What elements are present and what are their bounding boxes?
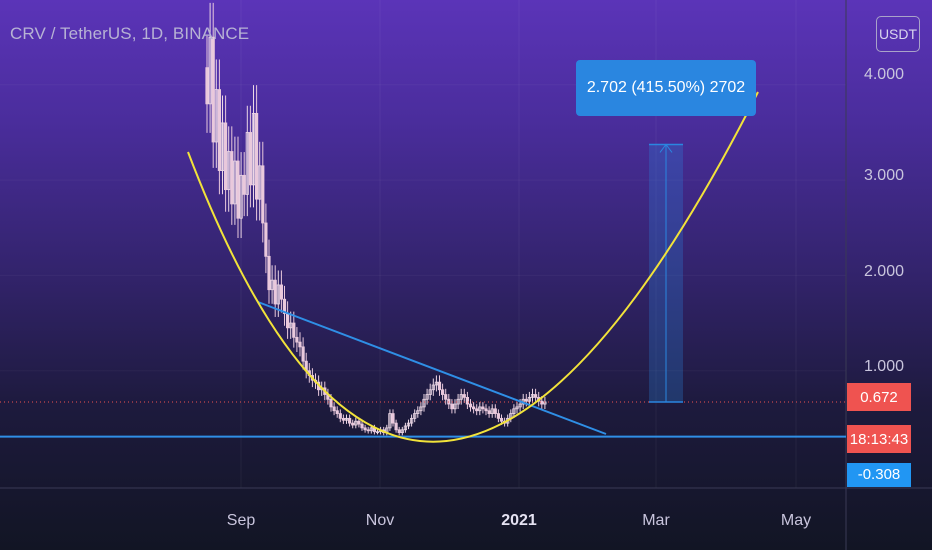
candle-down — [295, 336, 299, 343]
candle-down — [223, 122, 228, 191]
price-tick: 4.000 — [863, 66, 904, 83]
candle-down — [357, 420, 361, 425]
candle-down — [217, 89, 221, 171]
candle-down — [437, 381, 442, 391]
candle-down — [285, 313, 290, 329]
candle-down — [329, 398, 333, 408]
candle-down — [487, 410, 491, 414]
candle-down — [347, 417, 352, 424]
candle-down — [264, 222, 268, 257]
candle-down — [534, 394, 538, 398]
candle-down — [338, 413, 342, 419]
currency-button[interactable]: USDT — [876, 16, 920, 52]
time-tick: Nov — [365, 512, 395, 529]
candle-down — [496, 413, 501, 419]
candle-down — [360, 423, 364, 429]
candle-down — [471, 406, 476, 410]
candle-down — [261, 165, 265, 224]
last-price-badge: 0.672 — [847, 383, 911, 411]
candle-down — [524, 398, 528, 402]
support-level-badge: - 0.308 — [847, 463, 911, 487]
candle-down — [267, 255, 271, 291]
candle-down — [363, 427, 367, 431]
price-tick: 3.000 — [863, 167, 904, 184]
symbol-title: CRV / TetherUS, 1D, BINANCE — [10, 24, 250, 43]
candle-down — [335, 410, 339, 414]
candle-down — [468, 403, 473, 408]
candle-down — [279, 284, 284, 300]
candle-down — [450, 403, 454, 410]
candle-down — [332, 406, 336, 412]
candle-down — [366, 429, 370, 432]
candle-down — [254, 112, 259, 200]
time-tick: May — [780, 512, 812, 529]
candle-down — [475, 408, 479, 412]
candle-down — [397, 429, 401, 434]
price-tick: 2.000 — [863, 263, 904, 280]
candle-down — [465, 396, 470, 405]
candle-down — [292, 322, 296, 338]
candle-down — [301, 346, 305, 362]
time-tick: 2021 — [501, 512, 537, 529]
candle-down — [394, 422, 398, 431]
countdown-badge: 18:13:43 — [847, 425, 911, 453]
chart-pane[interactable]: CRV / TetherUS, 1D, BINANCE USDT 4.000 3… — [0, 0, 932, 550]
candle-down — [298, 341, 302, 348]
candle-down — [230, 151, 234, 205]
candle-down — [391, 413, 395, 424]
candle-down — [341, 417, 346, 421]
candle-down — [248, 132, 252, 186]
candle-down — [205, 67, 209, 105]
candle-down — [211, 36, 215, 143]
candle-down — [444, 394, 448, 400]
measure-label: 2.702 (415.50%) 2702 — [576, 60, 756, 116]
time-tick: Sep — [226, 512, 256, 529]
price-chart[interactable] — [0, 0, 932, 550]
candle-down — [481, 406, 485, 410]
support-level-value: 0.308 — [862, 466, 901, 483]
candle-down — [440, 389, 445, 395]
candle-down — [242, 174, 246, 195]
time-tick: Mar — [642, 512, 670, 529]
candle-down — [273, 279, 277, 305]
price-tick: 1.000 — [863, 358, 904, 375]
candle-down — [484, 408, 488, 412]
candle-down — [493, 408, 497, 414]
trendline — [257, 301, 607, 435]
candle-down — [236, 160, 240, 219]
candle-down — [351, 422, 355, 426]
candle-down — [462, 394, 466, 398]
candle-down — [499, 417, 504, 422]
